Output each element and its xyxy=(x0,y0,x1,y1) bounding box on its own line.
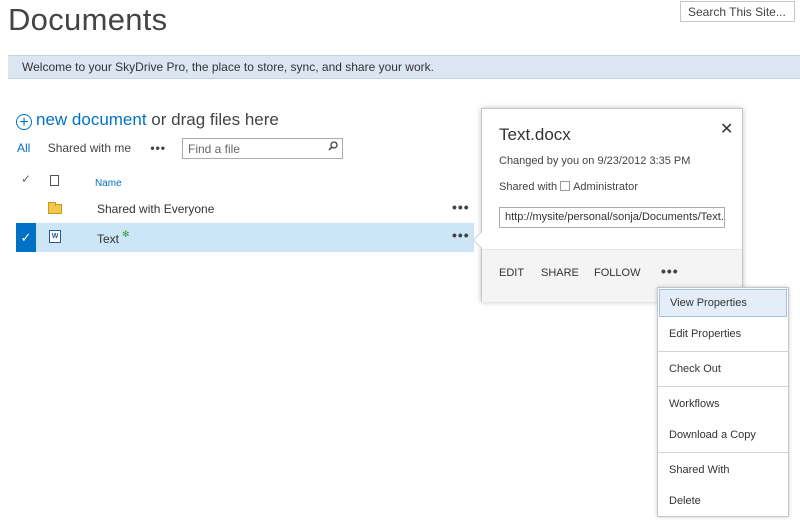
menu-item-workflows[interactable]: Workflows xyxy=(659,390,787,418)
document-callout: Text.docx ✕ Changed by you on 9/23/2012 … xyxy=(473,108,743,302)
item-name-link[interactable]: Text xyxy=(97,232,119,246)
word-doc-icon: W xyxy=(49,230,61,243)
shared-with-user[interactable]: Administrator xyxy=(573,181,638,193)
context-menu: View Properties Edit Properties Check Ou… xyxy=(657,287,789,517)
follow-button[interactable]: FOLLOW xyxy=(594,267,640,279)
menu-divider xyxy=(658,386,788,387)
column-header-name[interactable]: Name xyxy=(95,178,122,189)
menu-item-view-properties[interactable]: View Properties xyxy=(659,289,787,317)
new-item-icon: ✻ xyxy=(122,229,130,239)
folder-icon xyxy=(48,202,62,214)
row-checkmark-icon[interactable]: ✓ xyxy=(16,223,36,252)
list-item[interactable] xyxy=(16,195,474,224)
new-document-bar[interactable]: + new document or drag files here xyxy=(16,110,279,131)
new-document-link[interactable]: new document xyxy=(36,110,147,129)
close-icon[interactable]: ✕ xyxy=(720,119,733,139)
item-more-button[interactable]: ••• xyxy=(452,227,470,243)
menu-item-download-copy[interactable]: Download a Copy xyxy=(659,421,787,449)
menu-divider xyxy=(658,452,788,453)
list-item-selected[interactable] xyxy=(16,223,474,252)
presence-icon xyxy=(560,181,571,191)
view-selector: All Shared with me ••• xyxy=(17,141,166,155)
search-icon[interactable] xyxy=(328,141,338,151)
menu-divider xyxy=(658,351,788,352)
menu-item-delete[interactable]: Delete xyxy=(659,487,787,515)
menu-item-edit-properties[interactable]: Edit Properties xyxy=(659,320,787,348)
find-file-placeholder: Find a file xyxy=(188,142,241,156)
shared-with-label: Shared with xyxy=(499,181,558,193)
callout-more-button[interactable]: ••• xyxy=(661,263,679,279)
menu-item-shared-with[interactable]: Shared With xyxy=(659,456,787,484)
edit-button[interactable]: EDIT xyxy=(499,267,524,279)
select-all-checkmark-icon[interactable]: ✓ xyxy=(21,172,31,186)
item-more-button[interactable]: ••• xyxy=(452,199,470,215)
add-icon[interactable]: + xyxy=(16,114,32,131)
view-all-tab[interactable]: All xyxy=(17,141,30,155)
welcome-banner: Welcome to your SkyDrive Pro, the place … xyxy=(8,55,800,79)
item-name-link[interactable]: Shared with Everyone xyxy=(97,202,214,216)
find-file-input[interactable]: Find a file xyxy=(182,138,343,159)
shared-with-text: Shared with Administrator xyxy=(499,181,638,193)
callout-title[interactable]: Text.docx xyxy=(499,125,571,145)
page-title: Documents xyxy=(8,2,168,37)
document-url-field[interactable]: http://mysite/personal/sonja/Documents/T… xyxy=(499,207,725,228)
drag-files-hint: or drag files here xyxy=(146,110,279,129)
view-shared-with-me-tab[interactable]: Shared with me xyxy=(48,141,131,155)
search-site-input[interactable]: Search This Site... xyxy=(680,1,795,22)
menu-item-check-out[interactable]: Check Out xyxy=(659,355,787,383)
share-button[interactable]: SHARE xyxy=(541,267,579,279)
changed-by-text: Changed by you on 9/23/2012 3:35 PM xyxy=(499,155,691,167)
document-type-icon xyxy=(50,175,59,186)
more-views-button[interactable]: ••• xyxy=(150,141,166,155)
